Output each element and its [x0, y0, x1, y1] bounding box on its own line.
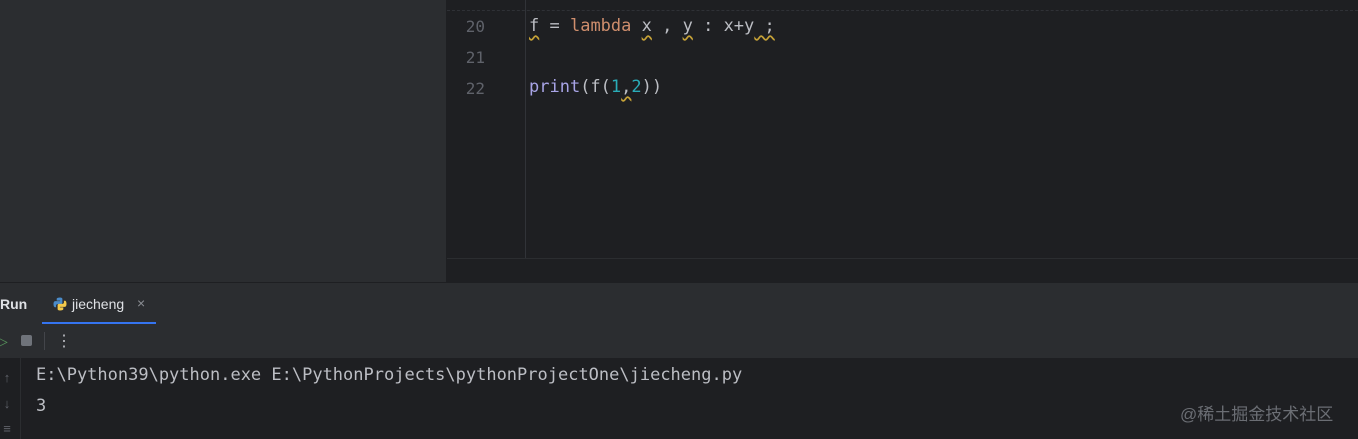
scroll-up-icon[interactable]: ↑	[0, 370, 14, 385]
line-number: 22	[465, 79, 485, 98]
tab-label: jiecheng	[72, 296, 125, 312]
token: y	[744, 16, 755, 36]
token: f	[529, 16, 540, 36]
code-line-20[interactable]: f = lambda x , y : x+y ;	[529, 16, 775, 36]
stop-icon[interactable]	[21, 335, 32, 346]
rerun-icon[interactable]: ▷	[0, 333, 8, 350]
keyword-token: lambda	[569, 16, 632, 36]
line-number: 20	[465, 17, 485, 36]
soft-wrap-icon[interactable]: ≡	[0, 421, 14, 436]
code-editor[interactable]: 20 21 22 f = lambda x , y : x+y ; print(…	[447, 0, 1358, 282]
line-number: 21	[465, 48, 485, 67]
function-token: print	[529, 77, 581, 97]
number-token: 2	[631, 77, 642, 97]
tab-jiecheng[interactable]: jiecheng ×	[42, 283, 156, 324]
project-pane	[0, 0, 447, 282]
python-file-icon	[53, 297, 67, 311]
line-number-gutter: 20 21 22	[447, 10, 525, 258]
console-line-output: 3	[36, 396, 47, 416]
run-tool-window-header: Run jiecheng ×	[0, 282, 1358, 326]
editor-bottom-border	[447, 258, 1358, 259]
token: ,	[621, 77, 632, 97]
code-line-22[interactable]: print(f(1,2))	[529, 77, 662, 97]
editor-top-strip	[447, 0, 1358, 11]
token: : x+	[692, 16, 745, 36]
token: x	[641, 16, 652, 36]
more-icon[interactable]: ⋮	[56, 331, 72, 351]
console-line-command: E:\Python39\python.exe E:\PythonProjects…	[36, 365, 743, 385]
toolbar-separator	[44, 332, 45, 350]
token: (f(	[580, 77, 611, 97]
token: ;	[754, 16, 775, 36]
token: ))	[641, 77, 663, 97]
number-token: 1	[610, 77, 622, 97]
scroll-down-icon[interactable]: ↓	[0, 396, 14, 411]
console-side-toolbar: ↑ ↓ ≡	[0, 358, 21, 439]
token: y	[682, 16, 693, 36]
gutter-separator	[525, 0, 526, 258]
run-title: Run	[0, 296, 28, 312]
console-output[interactable]: ↑ ↓ ≡ E:\Python39\python.exe E:\PythonPr…	[0, 358, 1358, 439]
close-icon[interactable]: ×	[137, 295, 145, 311]
watermark: @稀土掘金技术社区	[1180, 405, 1334, 424]
run-toolbar: ▷ ⋮	[0, 324, 1358, 359]
token: ,	[651, 16, 683, 36]
token: =	[539, 16, 570, 36]
